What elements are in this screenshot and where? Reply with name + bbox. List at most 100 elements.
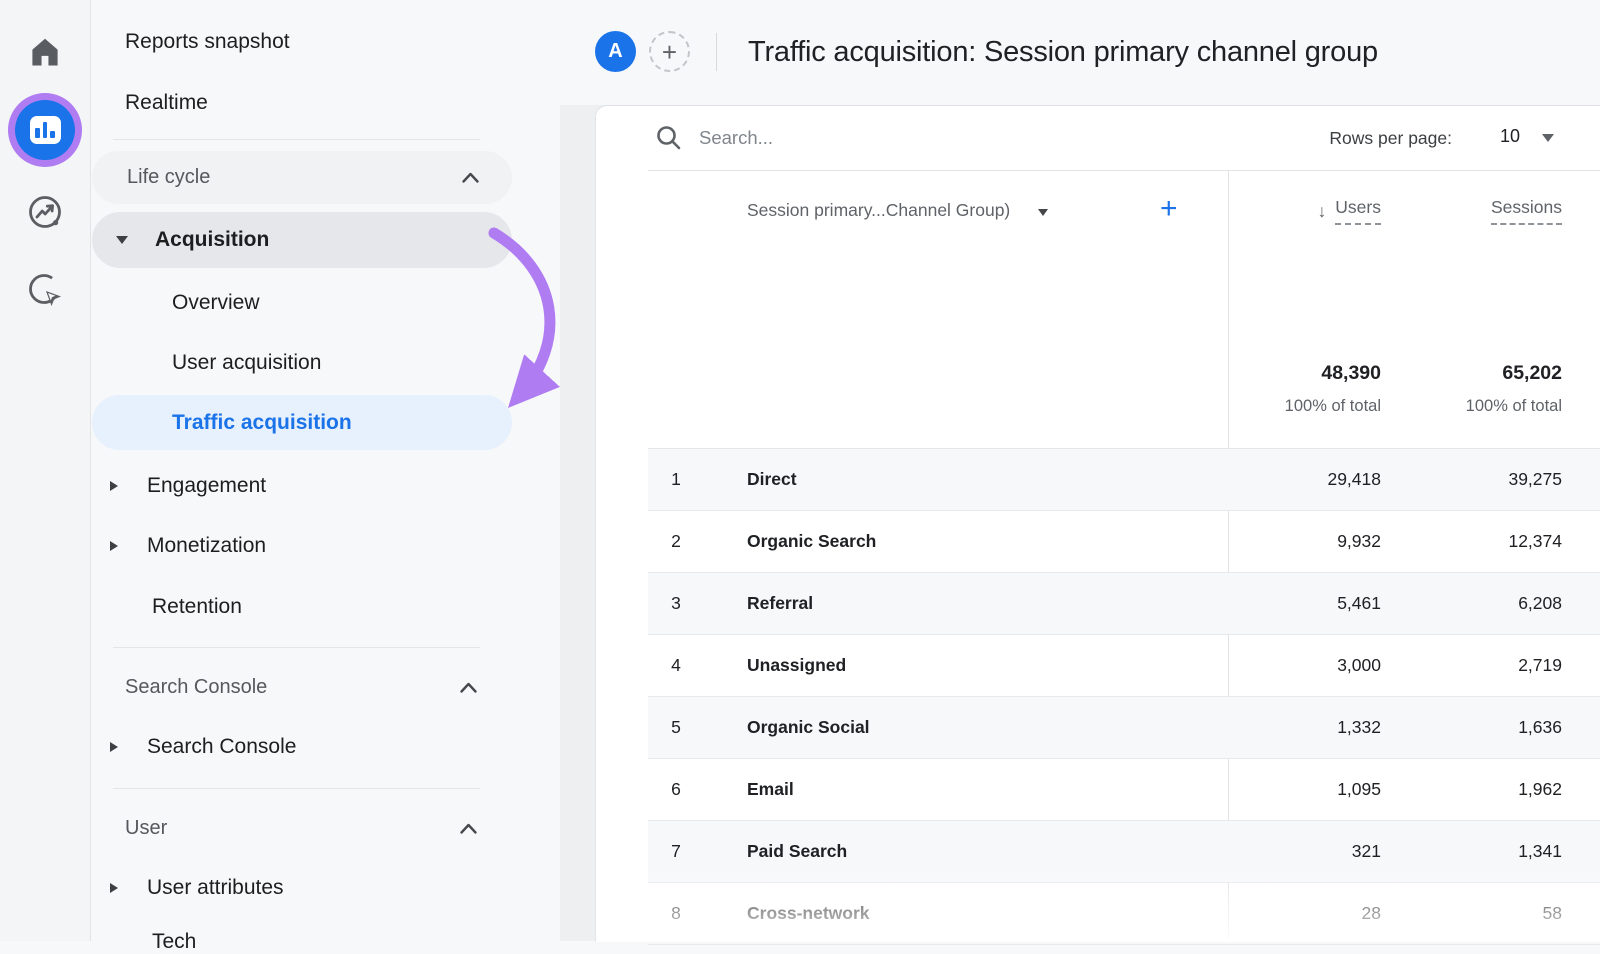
row-channel: Organic Search: [704, 531, 1228, 552]
triangle-right-icon: [110, 883, 118, 893]
sidebar-item-user-acquisition[interactable]: User acquisition: [172, 351, 321, 375]
row-users: 321: [1228, 841, 1393, 862]
chevron-up-icon: [459, 681, 478, 694]
sidebar-group-search-console[interactable]: Search Console: [110, 735, 296, 759]
column-header-label: Sessions: [1491, 197, 1562, 225]
triangle-right-icon: [110, 742, 118, 752]
row-channel: Email: [704, 779, 1228, 800]
sidebar-group-monetization[interactable]: Monetization: [110, 534, 266, 558]
sidebar-divider: [113, 139, 480, 140]
avatar-letter: A: [608, 40, 622, 63]
users-total-note: 100% of total: [1228, 397, 1381, 416]
explore-icon-glyph: [24, 191, 66, 233]
home-icon-glyph: [27, 34, 63, 70]
row-sessions: 12,374: [1393, 531, 1574, 552]
sidebar-item-traffic-acquisition-selected[interactable]: Traffic acquisition: [92, 395, 512, 450]
row-users: 5,461: [1228, 593, 1393, 614]
rows-per-page-label: Rows per page:: [1329, 128, 1452, 149]
section-label: User: [125, 817, 167, 840]
selected-item-label: Traffic acquisition: [172, 411, 352, 435]
dimension-header-label: Session primary...Channel Group): [747, 200, 1010, 221]
group-label: Acquisition: [155, 228, 269, 252]
toolbar-divider: [648, 170, 1600, 171]
chevron-down-icon: [1542, 134, 1554, 142]
chevron-up-icon: [461, 171, 480, 184]
sidebar-group-engagement[interactable]: Engagement: [110, 474, 266, 498]
table-row: 4 Unassigned 3,000 2,719: [648, 635, 1600, 697]
column-header-label: Users: [1335, 197, 1381, 225]
row-rank: 7: [648, 841, 704, 862]
sidebar-divider: [113, 788, 480, 789]
home-icon[interactable]: [0, 30, 90, 74]
row-users: 3,000: [1228, 655, 1393, 676]
table-row: 3 Referral 5,461 6,208: [648, 573, 1600, 635]
rows-per-page-value: 10: [1500, 126, 1520, 147]
column-header-sessions[interactable]: Sessions: [1393, 197, 1574, 225]
row-rank: 1: [648, 469, 704, 490]
sidebar-item-reports-snapshot[interactable]: Reports snapshot: [125, 30, 290, 54]
triangle-right-icon: [110, 481, 118, 491]
sidebar-group-user-attributes[interactable]: User attributes: [110, 876, 284, 900]
row-sessions: 2,719: [1393, 655, 1574, 676]
plus-icon: +: [662, 39, 677, 65]
row-rank: 6: [648, 779, 704, 800]
reports-sidebar: Reports snapshot Realtime Life cycle Acq…: [90, 0, 510, 941]
row-rank: 3: [648, 593, 704, 614]
page-title: Traffic acquisition: Session primary cha…: [748, 36, 1378, 69]
add-column-button[interactable]: +: [1160, 192, 1178, 226]
group-label: Engagement: [147, 474, 266, 498]
table-row: 6 Email 1,095 1,962: [648, 759, 1600, 821]
column-header-users[interactable]: ↓ Users: [1228, 197, 1393, 225]
chevron-down-icon: [1038, 209, 1048, 216]
row-sessions: 1,962: [1393, 779, 1574, 800]
sidebar-item-realtime[interactable]: Realtime: [125, 91, 208, 115]
row-rank: 2: [648, 531, 704, 552]
users-total: 48,390: [1228, 362, 1381, 385]
row-sessions: 1,636: [1393, 717, 1574, 738]
row-sessions: 6,208: [1393, 593, 1574, 614]
sidebar-divider: [113, 647, 480, 648]
row-channel: Paid Search: [704, 841, 1228, 862]
add-comparison-button[interactable]: +: [649, 31, 690, 72]
row-sessions: 39,275: [1393, 469, 1574, 490]
sidebar-item-overview[interactable]: Overview: [172, 291, 260, 315]
sessions-total: 65,202: [1393, 362, 1562, 385]
search-icon: [655, 124, 683, 152]
purple-highlight-ring: [8, 93, 82, 167]
dimension-header-dropdown[interactable]: Session primary...Channel Group): [747, 200, 1048, 221]
row-rank: 4: [648, 655, 704, 676]
table-row: 2 Organic Search 9,932 12,374: [648, 511, 1600, 573]
row-channel: Referral: [704, 593, 1228, 614]
row-users: 9,932: [1228, 531, 1393, 552]
row-rank: 5: [648, 717, 704, 738]
triangle-right-icon: [110, 541, 118, 551]
group-label: User attributes: [147, 876, 284, 900]
reports-icon[interactable]: [0, 93, 90, 167]
sidebar-section-search-console[interactable]: Search Console: [90, 661, 510, 713]
avatar[interactable]: A: [595, 31, 636, 72]
triangle-down-icon: [116, 236, 128, 244]
row-users: 29,418: [1228, 469, 1393, 490]
app-rail: [0, 0, 91, 941]
row-sessions: 1,341: [1393, 841, 1574, 862]
search-input[interactable]: [697, 126, 1121, 150]
sidebar-group-acquisition[interactable]: Acquisition: [92, 212, 512, 268]
advertising-icon[interactable]: [0, 268, 90, 312]
sidebar-item-retention[interactable]: Retention: [152, 595, 242, 619]
row-channel: Direct: [704, 469, 1228, 490]
sidebar-section-user[interactable]: User: [90, 802, 510, 854]
explore-icon[interactable]: [0, 190, 90, 234]
section-label: Life cycle: [127, 166, 210, 189]
sidebar-section-life-cycle[interactable]: Life cycle: [92, 151, 512, 204]
row-channel: Organic Social: [704, 717, 1228, 738]
group-label: Monetization: [147, 534, 266, 558]
sidebar-item-tech-partial[interactable]: Tech: [152, 930, 196, 954]
sessions-total-note: 100% of total: [1393, 397, 1562, 416]
reports-icon-active-bg: [15, 100, 75, 160]
header-divider: [716, 33, 717, 71]
group-label: Search Console: [147, 735, 296, 759]
rows-per-page-select[interactable]: 10: [1500, 126, 1554, 147]
bottom-fade: [596, 865, 1600, 941]
table-row: 1 Direct 29,418 39,275: [648, 449, 1600, 511]
bar-chart-icon: [30, 116, 61, 144]
